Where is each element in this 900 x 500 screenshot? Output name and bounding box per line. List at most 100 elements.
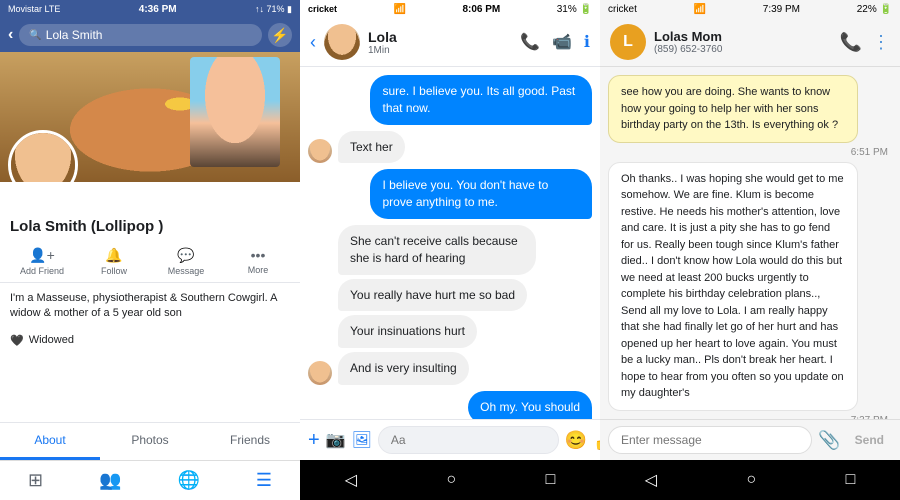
add-friend-button[interactable]: 👤+ Add Friend [8,247,76,276]
msg-bubble-received: Text her [338,131,405,164]
msg-header: ‹ Lola 1Min 📞 📹 ℹ [300,18,600,67]
sms-phone-icon[interactable]: 📞 [840,32,862,53]
emoji-button[interactable]: 😊 [565,430,587,451]
more-label: More [248,265,269,275]
gallery-button[interactable]: 🖼 [352,430,372,450]
fb-back-button[interactable]: ‹ [8,26,13,44]
table-row: Oh my. You should [308,391,592,419]
home-icon[interactable]: ⊞ [28,470,43,491]
list-item: see how you are doing. She wants to know… [608,75,858,143]
msg-bubble-received: She can't receive calls because she is h… [338,225,536,275]
msg-network-icon: 📶 [394,4,406,15]
home-nav-icon[interactable]: ○ [446,471,456,489]
sms-header: L Lolas Mom (859) 652-3760 📞 ⋮ [600,18,900,67]
more-button[interactable]: ••• More [224,247,292,276]
fb-action-buttons: 👤+ Add Friend 🔔 Follow 💬 Message ••• Mor… [0,241,300,283]
attach-button[interactable]: 📎 [818,430,840,451]
add-friend-icon: 👤+ [29,247,55,264]
msg-back-button[interactable]: ‹ [310,32,316,53]
sms-more-icon[interactable]: ⋮ [872,32,890,53]
video-icon[interactable]: 📹 [552,32,572,52]
msg-nav-bar: ◁ ○ □ [300,460,600,500]
msg-bubble-received: And is very insulting [338,352,469,385]
facebook-profile-panel: Movistar LTE 4:36 PM ↑↓ 71% ▮ ‹ 🔍 Lola S… [0,0,300,500]
back-nav-icon[interactable]: ◁ [345,470,357,490]
msg-input-field[interactable] [378,426,559,454]
msg-row-avatar [308,139,332,163]
msg-contact-avatar [324,24,360,60]
fb-messenger-icon[interactable]: ⚡ [268,23,292,47]
table-row: I believe you. You don't have to prove a… [308,169,592,219]
more-icon: ••• [251,247,266,263]
fb-time: 4:36 PM [139,4,177,15]
msg-body: sure. I believe you. Its all good. Past … [300,67,600,419]
fb-avatar-image [11,133,75,182]
table-row: Text her [308,131,592,164]
like-button[interactable]: 👍 [593,427,600,453]
camera-button[interactable]: 📷 [326,430,346,450]
sms-input-field[interactable] [608,426,812,454]
table-row: sure. I believe you. Its all good. Past … [308,75,592,125]
fb-relationship-status: 🖤 Widowed [0,330,300,351]
sms-recents-nav-icon[interactable]: □ [846,471,856,489]
info-icon[interactable]: ℹ [584,32,590,52]
add-media-button[interactable]: + [308,429,320,452]
table-row: She can't receive calls because she is h… [308,225,592,385]
fb-search-bar: ‹ 🔍 Lola Smith ⚡ [0,18,300,52]
sms-battery-icon: 22% 🔋 [857,4,892,15]
follow-button[interactable]: 🔔 Follow [80,247,148,276]
fb-search-input[interactable]: 🔍 Lola Smith [19,24,262,46]
msg-carrier: cricket [308,4,337,14]
msg-contact-name: Lola [368,29,512,45]
message-label: Message [168,266,205,276]
tab-about[interactable]: About [0,423,100,460]
fb-search-text: Lola Smith [46,28,103,42]
fb-relationship-text: Widowed [29,334,74,346]
sms-contact-info: Lolas Mom (859) 652-3760 [654,29,832,55]
fb-bio: I'm a Masseuse, physiotherapist & Southe… [0,283,300,330]
fb-profile-name: Lola Smith (Lollipop ) [10,218,290,235]
fb-status-bar: Movistar LTE 4:36 PM ↑↓ 71% ▮ [0,0,300,18]
sms-contact-avatar: L [610,24,646,60]
sms-input-bar: 📎 Send [600,419,900,460]
sms-timestamp-1: 6:51 PM [608,147,892,158]
sms-signal-icon: 📶 [694,4,706,15]
follow-icon: 🔔 [105,247,122,264]
recents-nav-icon[interactable]: □ [546,471,556,489]
sms-chat-panel: cricket 📶 7:39 PM 22% 🔋 L Lolas Mom (859… [600,0,900,500]
menu-icon[interactable]: ☰ [256,470,272,491]
msg-input-bar: + 📷 🖼 😊 👍 [300,419,600,460]
tab-photos[interactable]: Photos [100,423,200,460]
sms-time: 7:39 PM [763,4,800,15]
sms-status-bar: cricket 📶 7:39 PM 22% 🔋 [600,0,900,18]
sms-back-nav-icon[interactable]: ◁ [645,470,657,490]
fb-cover-child-photo [190,57,280,167]
msg-bubble-sent: Oh my. You should [468,391,592,419]
fb-carrier: Movistar LTE [8,4,60,14]
msg-bubble-sent: sure. I believe you. Its all good. Past … [370,75,592,125]
sms-nav-bar: ◁ ○ □ [600,460,900,500]
sms-home-nav-icon[interactable]: ○ [746,471,756,489]
msg-bubble-sent: I believe you. You don't have to prove a… [370,169,592,219]
sms-body: see how you are doing. She wants to know… [600,67,900,419]
globe-icon[interactable]: 🌐 [177,470,199,491]
fb-bottom-nav: ⊞ 👥 🌐 ☰ [0,460,300,500]
search-icon: 🔍 [29,30,41,41]
phone-icon[interactable]: 📞 [520,32,540,52]
msg-contact-info: Lola 1Min [368,29,512,56]
friends-icon[interactable]: 👥 [99,470,121,491]
fb-profile-info: Lola Smith (Lollipop ) [0,210,300,241]
send-button[interactable]: Send [847,429,892,451]
msg-contact-status: 1Min [368,45,512,56]
msg-battery-icon: 31% 🔋 [557,4,592,15]
sms-header-actions: 📞 ⋮ [840,32,890,53]
list-item: Oh thanks.. I was hoping she would get t… [608,162,858,411]
tab-friends[interactable]: Friends [200,423,300,460]
message-icon: 💬 [177,247,194,264]
message-button[interactable]: 💬 Message [152,247,220,276]
add-friend-label: Add Friend [20,266,64,276]
fb-icons: ↑↓ 71% ▮ [255,4,292,15]
fb-profile-tabs: About Photos Friends [0,422,300,460]
msg-header-actions: 📞 📹 ℹ [520,32,590,52]
msg-row-avatar [308,361,332,385]
